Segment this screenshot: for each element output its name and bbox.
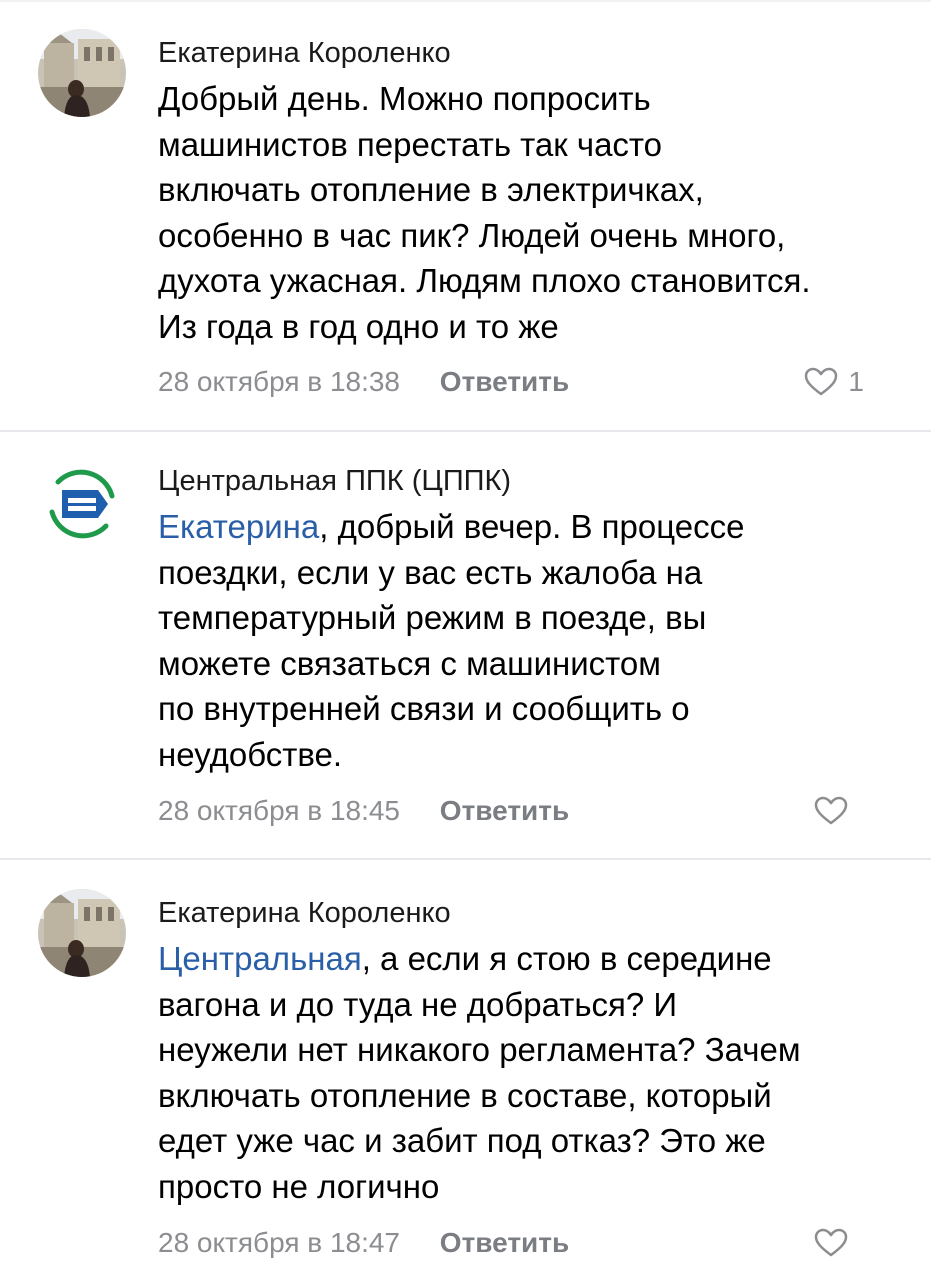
comment-text-line: неудобстве. xyxy=(158,735,343,773)
comment-text-line: включать отопление в электричках, xyxy=(158,171,704,209)
comment-text-line: Екатерина, добрый вечер. В процессе xyxy=(158,504,898,550)
reply-button[interactable]: Ответить xyxy=(440,791,569,831)
comment-date: 28 октября в 18:45 xyxy=(158,795,401,826)
comment-meta: 28 октября в 18:47 Ответить xyxy=(158,1223,898,1263)
comment-text-line: температурный режим в поезде, вы xyxy=(158,599,707,637)
comment-text-line: особенно в час пик? Людей очень много, xyxy=(158,216,786,254)
comment-text-line: Из года в год одно и то же xyxy=(158,307,559,345)
comment-text-line: Центральная, а если я стою в середине xyxy=(158,936,898,982)
top-divider xyxy=(0,0,931,2)
comment-text-line: можете связаться с машинистом xyxy=(158,644,661,682)
heart-icon xyxy=(805,367,838,396)
comment-text-fragment: , а если я стою в середине xyxy=(361,940,772,977)
mention-link[interactable]: Екатерина xyxy=(158,508,319,545)
comment-meta: 28 октября в 18:45 Ответить xyxy=(158,791,898,831)
comment-date: 28 октября в 18:47 xyxy=(158,1227,401,1258)
comment-text-line: просто не логично xyxy=(158,1167,440,1205)
comment-author[interactable]: Екатерина Короленко xyxy=(158,896,898,930)
comment-text-line: включать отопление в составе, который xyxy=(158,1076,772,1114)
comment-author[interactable]: Екатерина Короленко xyxy=(158,36,898,70)
comment-divider xyxy=(0,858,931,860)
comment-text-line: машинистов перестать так часто xyxy=(158,125,663,163)
user-photo-icon[interactable] xyxy=(38,29,126,117)
comment-meta: 28 октября в 18:38 Ответить 1 xyxy=(158,362,898,402)
heart-icon xyxy=(814,796,848,825)
comment-author[interactable]: Центральная ППК (ЦППК) xyxy=(158,464,898,498)
like-count: 1 xyxy=(848,366,864,397)
comment-text-line: Добрый день. Можно попросить xyxy=(158,80,651,117)
comment-text-line: по внутренней связи и сообщить о xyxy=(158,690,690,728)
comment-date: 28 октября в 18:38 xyxy=(158,366,401,397)
comment-text-line: неужели нет никакого регламента? Зачем xyxy=(158,1031,801,1069)
company-logo-icon[interactable] xyxy=(38,460,126,548)
comment-text-line: духота ужасная. Людям плохо становится. xyxy=(158,262,811,300)
comment-text-line: вагона и до туда не добраться? И xyxy=(158,985,678,1023)
like-button[interactable] xyxy=(814,1223,858,1263)
comment-text-line: поездки, если у вас есть жалоба на xyxy=(158,553,703,591)
comment-text-fragment: , добрый вечер. В процессе xyxy=(319,508,745,545)
heart-icon xyxy=(814,1228,848,1257)
comment-text-line: едет уже час и забит под отказ? Это же xyxy=(158,1122,766,1160)
user-photo-icon[interactable] xyxy=(38,889,126,977)
comment-text: Добрый день. Можно попросить машинистов … xyxy=(158,76,898,350)
reply-button[interactable]: Ответить xyxy=(440,1223,569,1263)
reply-button[interactable]: Ответить xyxy=(440,362,569,402)
like-button[interactable]: 1 xyxy=(804,362,864,402)
comment-divider xyxy=(0,430,931,432)
mention-link[interactable]: Центральная xyxy=(158,940,362,977)
comment-text: Екатерина, добрый вечер. В процессе поез… xyxy=(158,504,898,778)
like-button[interactable] xyxy=(814,791,858,831)
comment-text: Центральная, а если я стою в середине ва… xyxy=(158,936,898,1210)
